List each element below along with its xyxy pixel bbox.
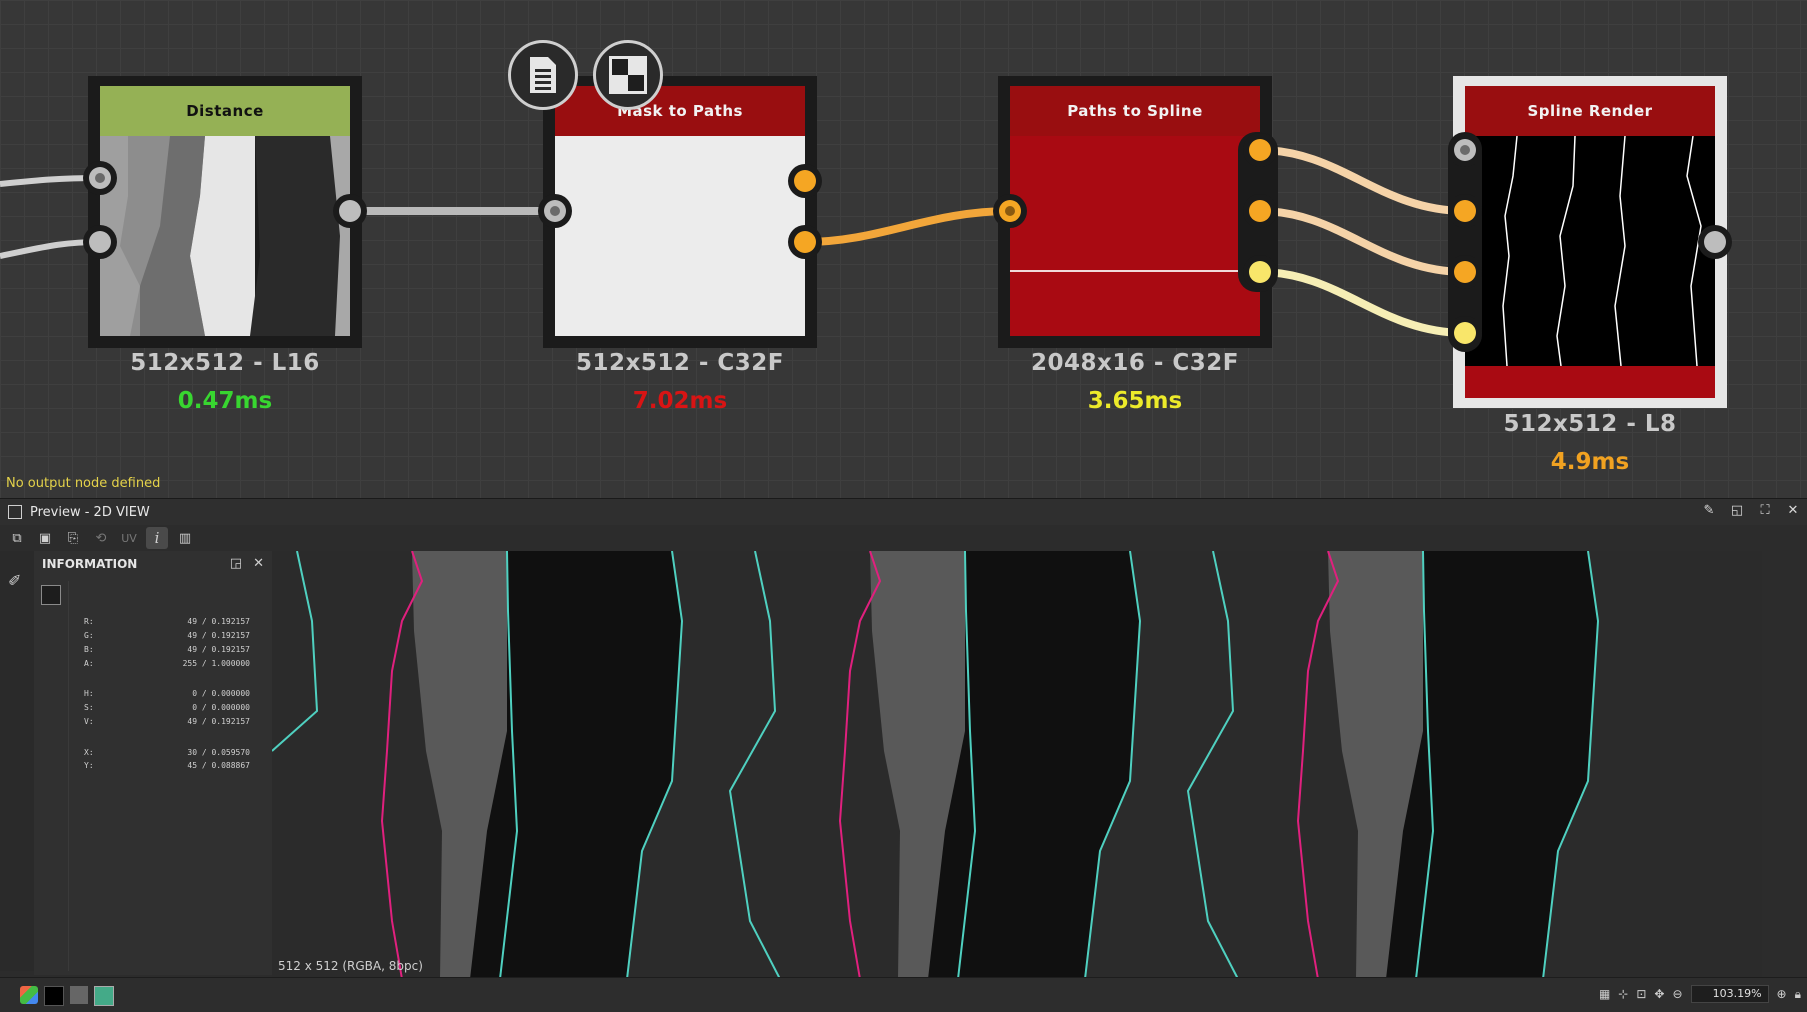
wire-spline-render-3 — [1259, 268, 1466, 337]
export-icon[interactable]: ⎘ — [62, 527, 84, 549]
output-port[interactable] — [1243, 255, 1277, 289]
node-time: 0.47ms — [177, 388, 273, 414]
information-panel: INFORMATION ◲ ✕ R: 49 / 0.192157 G: 49 / 0… — [34, 551, 273, 975]
node-resolution: 512x512 - L16 — [130, 350, 320, 376]
color-picker-icon[interactable]: ✐ — [8, 571, 21, 590]
grid-icon[interactable]: ▦ — [1599, 987, 1610, 1001]
info-row-b: B: 49 / 0.192157 — [84, 645, 250, 654]
histogram-icon[interactable]: ▥ — [174, 527, 196, 549]
node-distance[interactable]: Distance — [88, 76, 362, 348]
preview-image — [272, 551, 1762, 979]
color-bg-icon[interactable] — [94, 986, 114, 1006]
maximize-icon[interactable]: ⛶ — [1757, 503, 1773, 518]
node-time: 3.65ms — [1087, 388, 1183, 414]
zoom-out-icon[interactable]: ⊖ — [1672, 987, 1682, 1001]
node-thumbnail — [1465, 136, 1715, 366]
document-button[interactable] — [508, 40, 578, 110]
input-port[interactable] — [83, 161, 117, 195]
node-resolution: 2048x16 - C32F — [1030, 350, 1239, 376]
node-title: Distance — [100, 86, 350, 136]
node-thumbnail — [1010, 136, 1260, 336]
info-row-y: Y: 45 / 0.088867 — [84, 761, 250, 770]
checker-icon — [609, 56, 647, 94]
fit-icon[interactable]: ⊡ — [1636, 987, 1646, 1001]
output-port[interactable] — [788, 164, 822, 198]
layers-icon[interactable] — [20, 986, 38, 1004]
float-icon[interactable]: ◱ — [1729, 503, 1745, 518]
input-port[interactable] — [538, 194, 572, 228]
checker-bg-icon[interactable] — [70, 986, 88, 1004]
copy-view-icon[interactable]: ⧉ — [6, 527, 28, 549]
checker-button[interactable] — [593, 40, 663, 110]
information-title: INFORMATION — [42, 557, 138, 571]
info-row-g: G: 49 / 0.192157 — [84, 631, 250, 640]
preview-canvas[interactable] — [272, 551, 1762, 979]
output-port[interactable] — [333, 194, 367, 228]
zoom-in-icon[interactable]: ⊕ — [1777, 987, 1787, 1001]
output-port[interactable] — [1698, 225, 1732, 259]
output-port[interactable] — [1243, 133, 1277, 167]
node-spline-render[interactable]: Spline Render — [1453, 76, 1727, 408]
close-info-icon[interactable]: ✕ — [253, 556, 264, 571]
reset-icon[interactable]: ⟲ — [90, 527, 112, 549]
info-row-a: A: 255 / 1.000000 — [84, 659, 250, 668]
node-time: 7.02ms — [632, 388, 728, 414]
document-icon — [530, 57, 556, 93]
info-row-r: R: 49 / 0.192157 — [84, 617, 250, 626]
node-paths-to-spline[interactable]: Paths to Spline — [998, 76, 1272, 348]
info-row-v: V: 49 / 0.192157 — [84, 717, 250, 726]
preview-title-bar: Preview - 2D VIEW ✎ ◱ ⛶ ✕ — [0, 499, 1807, 525]
preview-panel: Preview - 2D VIEW ✎ ◱ ⛶ ✕ ⧉ ▣ ⎘ ⟲ UV i ▥… — [0, 498, 1807, 1012]
node-thumbnail — [100, 136, 350, 336]
black-bg-icon[interactable] — [44, 986, 64, 1006]
uv-toggle[interactable]: UV — [118, 527, 140, 549]
node-thumbnail — [555, 136, 805, 336]
side-tool-strip: ✐ — [0, 551, 35, 971]
wire-mask-spline — [804, 207, 1011, 246]
graph-status-message: No output node defined — [6, 476, 161, 491]
panel-icon — [8, 505, 22, 519]
node-resolution: 512x512 - C32F — [575, 350, 784, 376]
output-port[interactable] — [1243, 194, 1277, 228]
lock-icon[interactable]: 🔒︎ — [1795, 987, 1801, 1002]
color-swatch — [41, 585, 61, 605]
info-row-x: X: 30 / 0.059570 — [84, 748, 250, 757]
node-title: Paths to Spline — [1010, 86, 1260, 136]
wire-spline-render-1 — [1259, 146, 1466, 215]
input-port[interactable] — [83, 225, 117, 259]
input-port[interactable] — [1448, 194, 1482, 228]
node-graph[interactable]: Distance 512x512 - L16 0.47ms Mask to Pa… — [0, 0, 1807, 498]
node-time: 4.9ms — [1550, 449, 1630, 475]
input-port[interactable] — [1448, 133, 1482, 167]
output-port[interactable] — [788, 225, 822, 259]
zoom-input[interactable]: 103.19% — [1690, 985, 1769, 1003]
info-toggle[interactable]: i — [146, 527, 168, 549]
information-header: INFORMATION ◲ ✕ — [34, 551, 272, 577]
preview-title: Preview - 2D VIEW — [30, 504, 150, 520]
node-title: Spline Render — [1465, 86, 1715, 136]
input-port[interactable] — [993, 194, 1027, 228]
image-info: 512 x 512 (RGBA, 8bpc) — [278, 959, 423, 973]
preview-status-bar: ▦ ⊹ ⊡ ✥ ⊖ 103.19% ⊕ 🔒︎ — [0, 977, 1807, 1012]
pin-icon[interactable]: ✎ — [1701, 503, 1717, 518]
close-icon[interactable]: ✕ — [1785, 503, 1801, 518]
node-resolution: 512x512 - L8 — [1503, 411, 1677, 437]
transform-icon[interactable]: ⊹ — [1618, 987, 1628, 1001]
input-port[interactable] — [1448, 316, 1482, 350]
input-port[interactable] — [1448, 255, 1482, 289]
save-icon[interactable]: ▣ — [34, 527, 56, 549]
wire-spline-render-2 — [1259, 207, 1466, 276]
node-mask-to-paths[interactable]: Mask to Paths — [543, 76, 817, 348]
undock-icon[interactable]: ◲ — [230, 556, 242, 571]
info-row-h: H: 0 / 0.000000 — [84, 689, 250, 698]
pan-icon[interactable]: ✥ — [1654, 987, 1664, 1001]
info-row-s: S: 0 / 0.000000 — [84, 703, 250, 712]
preview-toolbar: ⧉ ▣ ⎘ ⟲ UV i ▥ — [0, 525, 1807, 551]
node-title: Mask to Paths — [555, 86, 805, 136]
